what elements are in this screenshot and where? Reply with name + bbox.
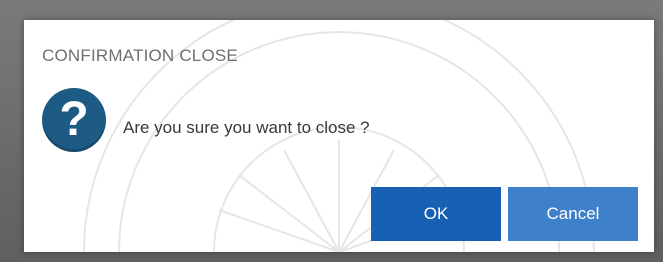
question-mark-icon: ? bbox=[42, 88, 106, 152]
confirmation-dialog: CONFIRMATION CLOSE ? Are you sure you wa… bbox=[24, 20, 654, 252]
ok-button[interactable]: OK bbox=[371, 187, 501, 241]
cancel-button[interactable]: Cancel bbox=[508, 187, 638, 241]
dialog-title: CONFIRMATION CLOSE bbox=[42, 46, 238, 65]
dialog-message: Are you sure you want to close ? bbox=[123, 118, 370, 137]
